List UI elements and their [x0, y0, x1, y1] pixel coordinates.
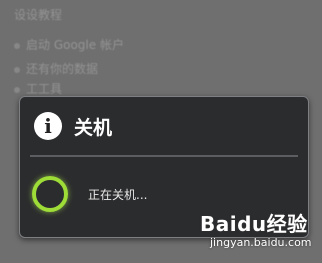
dialog-divider: [30, 155, 298, 157]
background-line: 还有你的数据: [14, 60, 98, 76]
watermark-logo: Baidu经验: [200, 212, 308, 236]
progress-spinner: [32, 176, 68, 212]
dialog-title: 关机: [74, 116, 113, 139]
background-line: 启动 Google 帐户: [14, 36, 124, 52]
watermark: Baidu经验 jingyan.baidu.com: [190, 208, 320, 258]
info-icon: i: [34, 112, 62, 140]
watermark-url: jingyan.baidu.com: [210, 236, 312, 249]
background-line: 设设教程: [14, 8, 63, 22]
dialog-header: i 关机: [20, 97, 308, 155]
background-line: 工工具: [14, 80, 62, 96]
dialog-message: 正在关机...: [88, 187, 148, 202]
